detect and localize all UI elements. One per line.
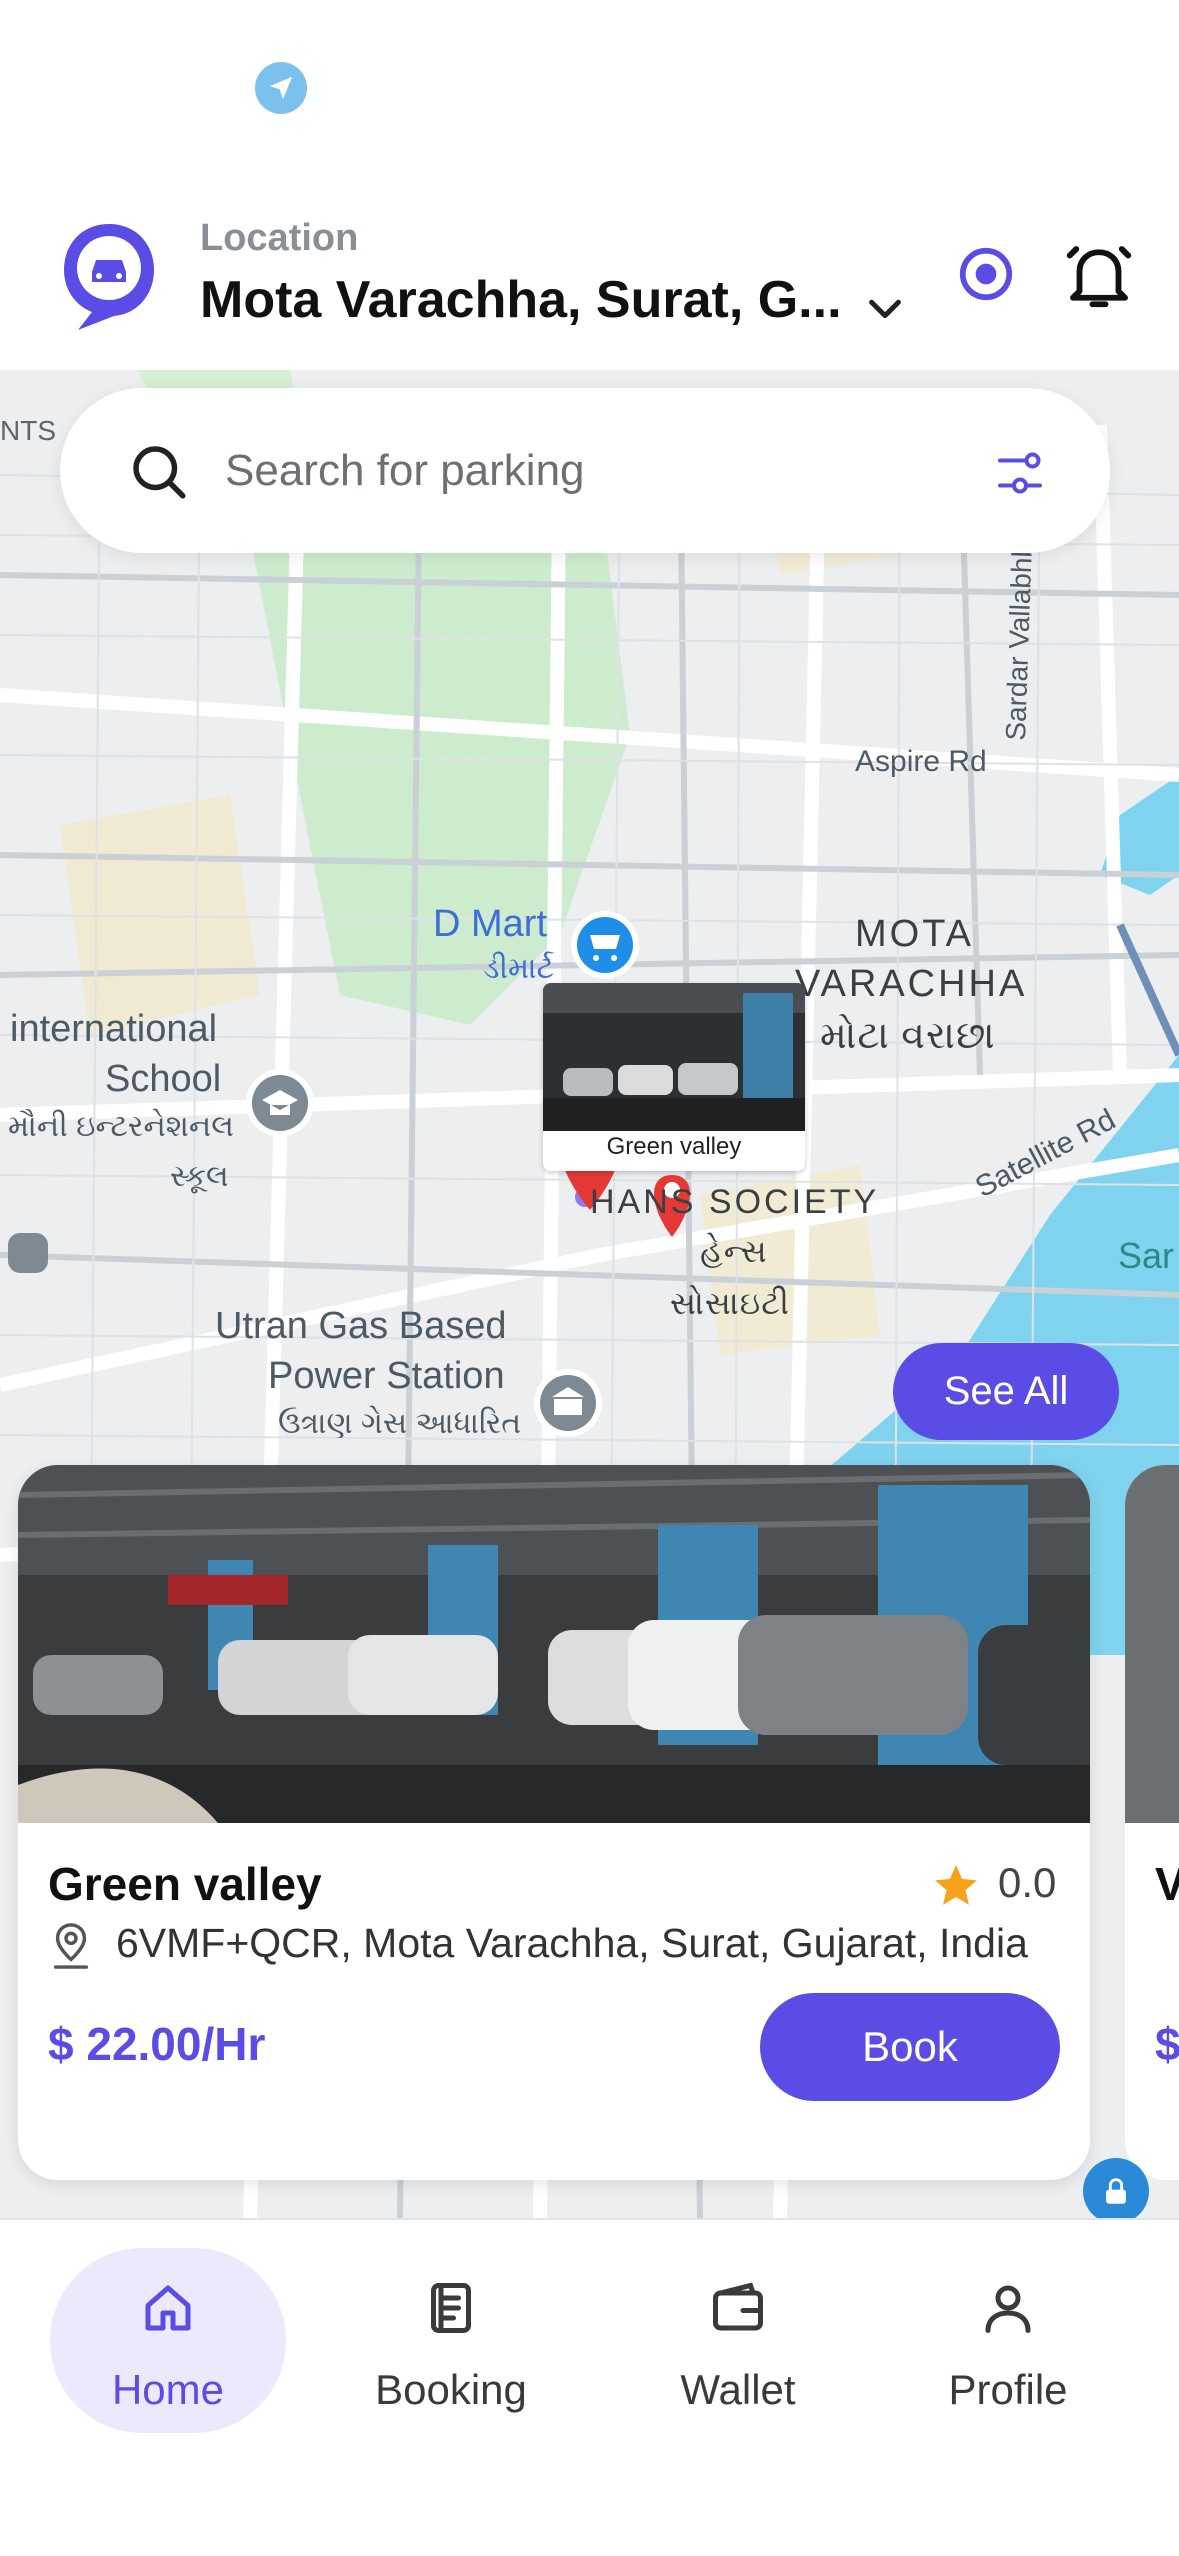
nav-item-profile[interactable]: Profile [890,2248,1126,2433]
search-input[interactable] [225,428,985,514]
booking-icon [431,2283,471,2333]
search-bar[interactable] [60,388,1110,553]
marker-card-name: Green valley [606,1133,742,1160]
map-label-hans-gu-2: સોસાઇટી [670,1285,791,1321]
map-label-hans-gu-1: હેન્સ [700,1233,768,1269]
app-logo [64,224,154,330]
location-value[interactable]: Mota Varachha, Surat, G... [200,270,842,330]
chevron-down-icon[interactable] [862,285,908,331]
star-icon [935,1865,977,1905]
map-label-mota-gu: મોટા વરાછા [820,1015,996,1057]
bottom-navigation: Home Booking Wallet Profile [0,2218,1179,2556]
map-label-hans: HANS SOCIETY [590,1183,880,1221]
bell-icon[interactable] [1060,235,1138,315]
status-bar [0,0,1179,175]
filter-icon[interactable] [990,443,1050,503]
nav-item-booking[interactable]: Booking [333,2248,569,2433]
my-location-icon[interactable] [955,243,1017,305]
parking-photo [18,1465,1090,1823]
location-label: Location [200,217,359,259]
wallet-icon [713,2282,763,2331]
map-label-intl-2: School [105,1058,222,1100]
book-button[interactable]: Book [760,1993,1060,2101]
nav-item-home[interactable]: Home [50,2248,286,2433]
parking-name: Green valley [48,1858,322,1910]
home-icon [145,2285,191,2331]
parking-card[interactable]: Green valley 0.0 6VMF+QCR, Mota Varachha… [18,1465,1090,2180]
map-label-aspire-rd: Aspire Rd [855,745,987,778]
nav-label-home: Home [111,2366,225,2413]
map-label-sar: Sar [1118,1235,1175,1276]
parking-price-next: $ [1155,2018,1179,2070]
nav-label-wallet: Wallet [680,2366,796,2413]
parking-address: 6VMF+QCR, Mota Varachha, Surat, Gujarat,… [116,1920,1028,1966]
map-label-intl-gu-2: સ્કૂલ [170,1160,229,1193]
parking-price: $ 22.00/Hr [48,2018,266,2070]
navigation-arrow-icon [255,62,307,114]
parking-thumbnail [543,983,805,1131]
search-icon [133,446,186,499]
see-all-button[interactable]: See All [893,1343,1119,1440]
map-marker-preview[interactable]: Green valley [543,983,805,1171]
map-label-intl-1: international [10,1008,218,1050]
nav-label-profile: Profile [948,2366,1068,2413]
lock-icon[interactable] [1083,2158,1149,2224]
parking-photo-next [1125,1465,1179,1823]
map-label-intl-gu-1: મૌની ઇન્ટરનેશનલ [8,1110,234,1143]
map-label-utran-gu: ઉત્રાણ ગેસ આધારિત [278,1407,522,1440]
nav-label-booking: Booking [375,2366,527,2413]
parking-name-next: V [1155,1858,1179,1910]
parking-card-next[interactable]: V $ [1125,1465,1179,2180]
map-label-dmart-gu: ડીમાર્ટ [483,952,555,985]
map-label-dmart: D Mart [433,903,547,945]
map-label-utran-1: Utran Gas Based [215,1305,507,1347]
map-label-varachha: VARACHHA [795,963,1028,1005]
location-pin-icon [53,1923,89,1969]
nav-item-wallet[interactable]: Wallet [620,2248,856,2433]
map-label-utran-2: Power Station [268,1355,505,1397]
map-label-ints: NTS [0,415,56,446]
map-label-mota: MOTA [855,913,974,955]
profile-icon [985,2285,1031,2333]
location-header: Location Mota Varachha, Surat, G... [0,175,1179,370]
parking-rating: 0.0 [998,1859,1057,1906]
app-screen: NTS Aspire Rd Sardar Vallabhbhai Patel R… [0,0,1179,2556]
